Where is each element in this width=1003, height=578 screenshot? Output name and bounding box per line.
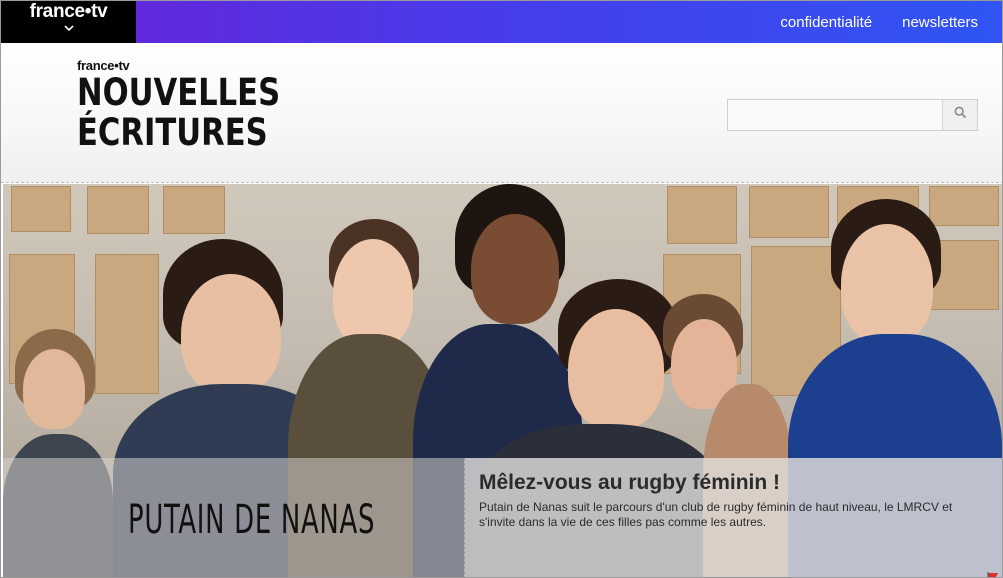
show-title: PUTAIN DE NANAS: [128, 497, 376, 543]
nav-link-newsletters[interactable]: newsletters: [902, 14, 978, 31]
brand-name: france•tv: [29, 1, 108, 22]
page: france•tv confidentialité newsletters fr…: [0, 0, 1003, 578]
nouvelles-ecritures-logo[interactable]: france•tv NOUVELLES ÉCRITURES: [77, 59, 281, 154]
top-bar: france•tv confidentialité newsletters: [1, 1, 1002, 43]
search-input[interactable]: [728, 100, 942, 130]
flag-icon: [986, 569, 1000, 577]
logo-line-1: NOUVELLES: [77, 71, 281, 114]
search-button[interactable]: [942, 100, 977, 130]
search-box: [727, 99, 978, 131]
search-icon: [954, 106, 967, 124]
france-tv-brand-menu[interactable]: france•tv: [1, 1, 136, 43]
site-header: france•tv NOUVELLES ÉCRITURES: [1, 43, 1002, 183]
logo-line-2: ÉCRITURES: [77, 111, 268, 154]
hero-headline[interactable]: Mêlez-vous au rugby féminin !: [479, 471, 780, 495]
hero-banner[interactable]: PUTAIN DE NANAS Mêlez-vous au rugby fémi…: [3, 184, 1002, 577]
hero-description: Putain de Nanas suit le parcours d'un cl…: [479, 500, 953, 529]
chevron-down-icon: [1, 24, 136, 36]
nav-link-confidentialite[interactable]: confidentialité: [780, 14, 872, 31]
top-nav: confidentialité newsletters: [780, 1, 978, 43]
